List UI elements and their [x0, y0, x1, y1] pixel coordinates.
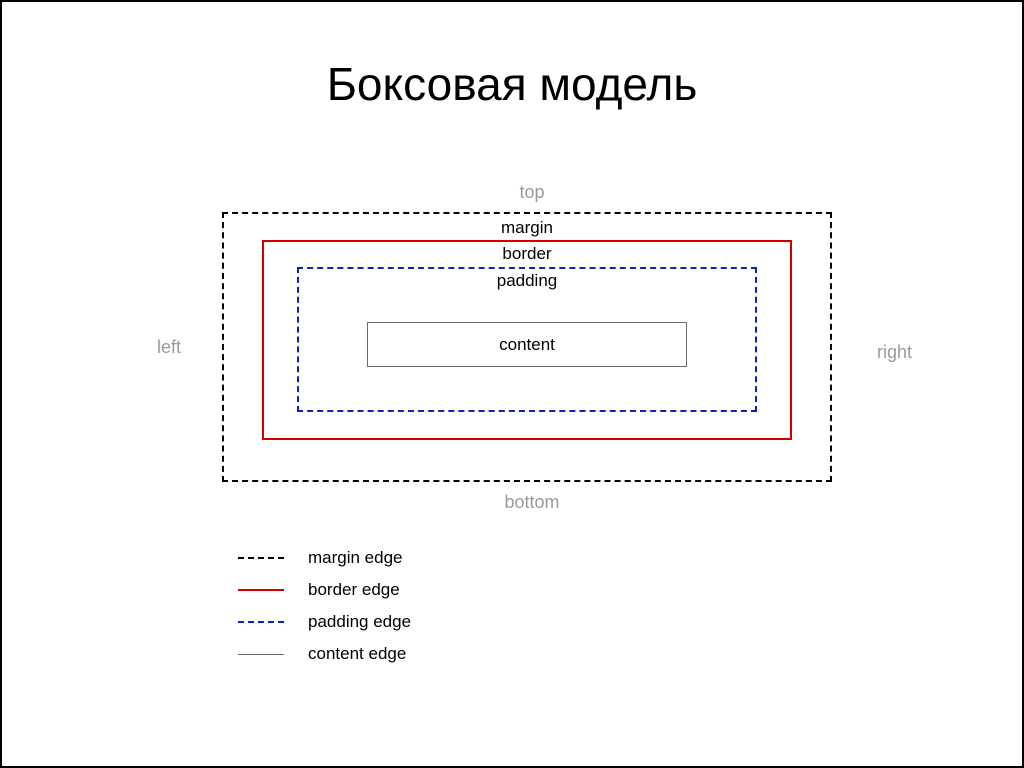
slide-title: Боксовая модель [2, 57, 1022, 111]
legend-row-content: content edge [232, 638, 411, 670]
legend-text-padding: padding edge [308, 612, 411, 632]
legend-row-border: border edge [232, 574, 411, 606]
legend-row-padding: padding edge [232, 606, 411, 638]
label-bottom: bottom [504, 492, 559, 513]
box-model-diagram: top bottom left right margin border padd… [162, 182, 902, 512]
border-label: border [502, 244, 551, 264]
legend-text-margin: margin edge [308, 548, 403, 568]
legend-text-border: border edge [308, 580, 400, 600]
legend-text-content: content edge [308, 644, 406, 664]
padding-label: padding [497, 271, 558, 291]
legend-swatch-border [238, 589, 284, 591]
legend-row-margin: margin edge [232, 542, 411, 574]
legend-swatch-content [238, 654, 284, 655]
content-label: content [499, 335, 555, 355]
content-box: content [367, 322, 687, 367]
label-left: left [157, 337, 181, 358]
slide: Боксовая модель top bottom left right ma… [0, 0, 1024, 768]
legend-swatch-margin [238, 557, 284, 559]
legend-swatch-padding [238, 621, 284, 623]
margin-label: margin [501, 218, 553, 238]
label-top: top [519, 182, 544, 203]
legend: margin edge border edge padding edge con… [232, 542, 411, 670]
label-right: right [877, 342, 912, 363]
